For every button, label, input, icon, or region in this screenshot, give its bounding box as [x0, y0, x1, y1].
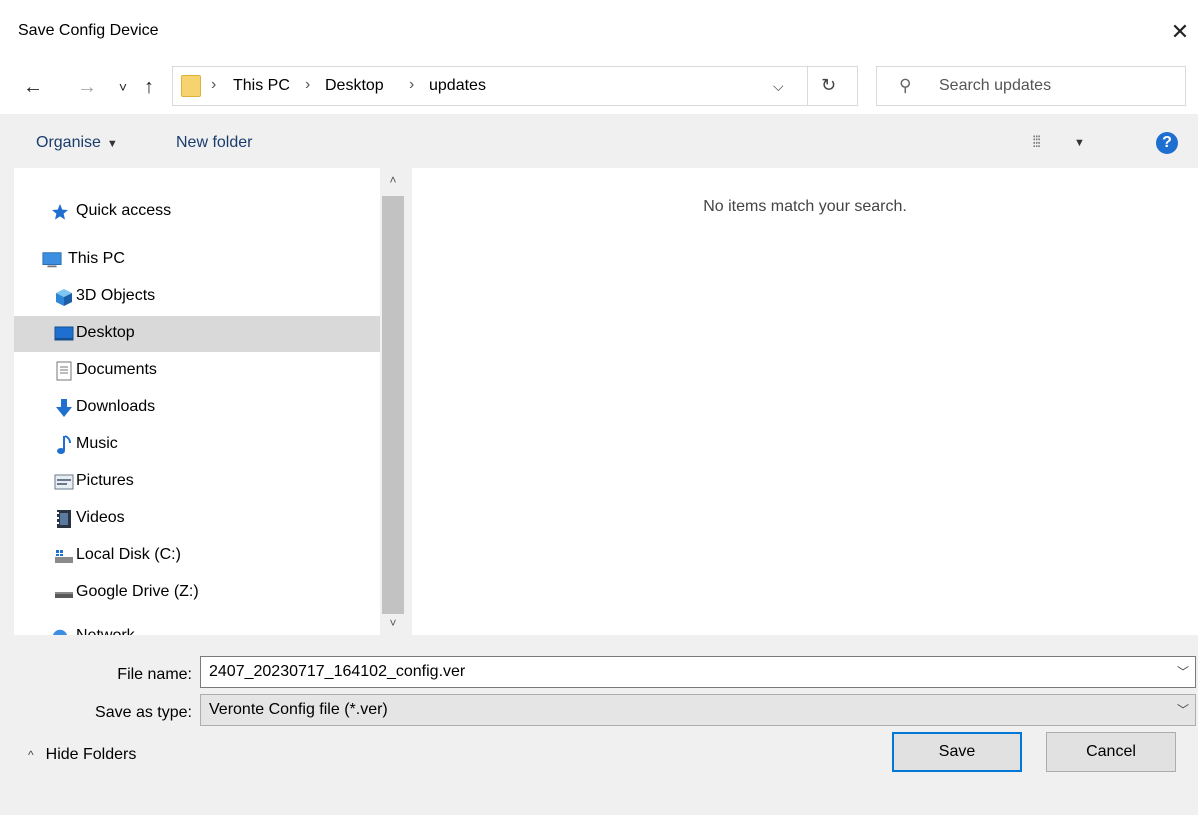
- back-arrow-icon[interactable]: ←: [20, 74, 46, 100]
- sidebar-item-videos[interactable]: Videos: [14, 501, 380, 537]
- scroll-down-icon[interactable]: ˅: [380, 611, 406, 635]
- forward-arrow-icon[interactable]: →: [74, 74, 100, 100]
- search-input[interactable]: [939, 75, 1179, 97]
- address-row: ← → ˅ ↑ › This PC › Desktop › updates ⌵ …: [0, 62, 1198, 114]
- change-view-icon[interactable]: ⁞⁞⁞: [1032, 134, 1041, 152]
- view-options-caret-icon[interactable]: ▼: [1074, 137, 1085, 149]
- desktop-icon: [54, 324, 74, 344]
- save-button[interactable]: Save: [892, 732, 1022, 772]
- sidebar-label-quick-access: Quick access: [76, 202, 172, 219]
- sidebar-item-pictures[interactable]: Pictures: [14, 464, 380, 500]
- computer-icon: [42, 250, 62, 270]
- file-name-dropdown-icon[interactable]: ﹀: [1177, 663, 1189, 680]
- sidebar-item-network[interactable]: Network: [14, 619, 380, 635]
- address-bar[interactable]: › This PC › Desktop › updates ⌵ ↻: [172, 66, 858, 106]
- sidebar-label-google-drive: Google Drive (Z:): [76, 583, 199, 600]
- sidebar-item-music[interactable]: Music: [14, 427, 380, 463]
- save-type-select[interactable]: Veronte Config file (*.ver) ﹀: [200, 694, 1196, 726]
- file-name-label: File name:: [117, 666, 192, 683]
- star-icon: [50, 202, 70, 222]
- video-icon: [54, 509, 74, 529]
- sidebar-label-music: Music: [76, 435, 118, 452]
- breadcrumb-desktop[interactable]: Desktop: [325, 77, 384, 95]
- sidebar-item-3d-objects[interactable]: 3D Objects: [14, 279, 380, 315]
- close-icon[interactable]: ✕: [1162, 14, 1198, 50]
- address-divider: [807, 67, 808, 105]
- navigation-pane[interactable]: Quick access This PC 3D Objects Desktop …: [14, 168, 380, 635]
- sidebar-item-downloads[interactable]: Downloads: [14, 390, 380, 426]
- picture-icon: [54, 472, 74, 492]
- network-icon: [50, 627, 70, 635]
- refresh-icon[interactable]: ↻: [821, 75, 836, 96]
- breadcrumb-separator-icon[interactable]: ›: [211, 76, 216, 94]
- organise-button[interactable]: Organise ▼: [36, 134, 118, 152]
- new-folder-button[interactable]: New folder: [176, 134, 252, 152]
- sidebar-item-quick-access[interactable]: Quick access: [14, 194, 380, 230]
- sidebar-label-downloads: Downloads: [76, 398, 156, 415]
- file-list-area[interactable]: No items match your search.: [412, 168, 1198, 635]
- download-icon: [54, 398, 74, 418]
- help-icon[interactable]: ?: [1156, 132, 1178, 154]
- hide-folders-label: Hide Folders: [45, 746, 137, 763]
- search-box[interactable]: ⚲: [876, 66, 1186, 106]
- navigation-scrollbar[interactable]: ˄ ˅: [380, 168, 406, 635]
- sidebar-label-network: Network: [76, 627, 135, 635]
- up-arrow-icon[interactable]: ↑: [136, 74, 162, 100]
- collapse-caret-icon: ^: [28, 748, 34, 762]
- search-icon: ⚲: [899, 76, 912, 95]
- document-icon: [54, 361, 74, 381]
- sidebar-item-this-pc[interactable]: This PC: [14, 242, 380, 278]
- sidebar-label-3d-objects: 3D Objects: [76, 287, 156, 304]
- organise-label: Organise: [36, 134, 101, 151]
- save-type-label: Save as type:: [95, 704, 192, 721]
- breadcrumb-this-pc[interactable]: This PC: [233, 77, 290, 95]
- file-name-field[interactable]: 2407_20230717_164102_config.ver ﹀: [200, 656, 1196, 688]
- sidebar-label-videos: Videos: [76, 509, 125, 526]
- sidebar-label-desktop: Desktop: [76, 324, 135, 341]
- sidebar-item-desktop[interactable]: Desktop: [14, 316, 380, 352]
- breadcrumb-updates[interactable]: updates: [429, 77, 486, 95]
- disk-icon: [54, 546, 74, 566]
- sidebar-label-documents: Documents: [76, 361, 157, 378]
- recent-locations-chevron-icon[interactable]: ˅: [110, 74, 136, 100]
- command-bar: Organise ▼ New folder ⁞⁞⁞ ▼: [0, 122, 1198, 166]
- address-dropdown-icon[interactable]: ⌵: [773, 78, 784, 95]
- empty-state-message: No items match your search.: [703, 198, 907, 215]
- organise-caret-icon: ▼: [106, 138, 118, 150]
- save-type-value: Veronte Config file (*.ver): [209, 701, 388, 718]
- breadcrumb-separator-icon[interactable]: ›: [409, 76, 414, 94]
- sidebar-item-google-drive[interactable]: Google Drive (Z:): [14, 575, 380, 611]
- title-bar: Save Config Device ✕: [0, 0, 1198, 62]
- cube-icon: [54, 287, 74, 307]
- sidebar-item-documents[interactable]: Documents: [14, 353, 380, 389]
- folder-icon: [181, 75, 201, 97]
- hide-folders-toggle[interactable]: ^ Hide Folders: [28, 746, 136, 764]
- sidebar-label-this-pc: This PC: [68, 250, 125, 267]
- sidebar-label-pictures: Pictures: [76, 472, 134, 489]
- save-type-dropdown-icon[interactable]: ﹀: [1177, 701, 1189, 718]
- dialog-title: Save Config Device: [18, 22, 159, 39]
- cancel-button[interactable]: Cancel: [1046, 732, 1176, 772]
- music-icon: [54, 435, 74, 455]
- sidebar-label-local-disk: Local Disk (C:): [76, 546, 181, 563]
- scroll-thumb[interactable]: [382, 196, 404, 614]
- drive-icon: [54, 583, 74, 603]
- sidebar-item-local-disk[interactable]: Local Disk (C:): [14, 538, 380, 574]
- breadcrumb-separator-icon[interactable]: ›: [305, 76, 310, 94]
- scroll-up-icon[interactable]: ˄: [380, 168, 406, 192]
- file-name-value[interactable]: 2407_20230717_164102_config.ver: [209, 663, 465, 681]
